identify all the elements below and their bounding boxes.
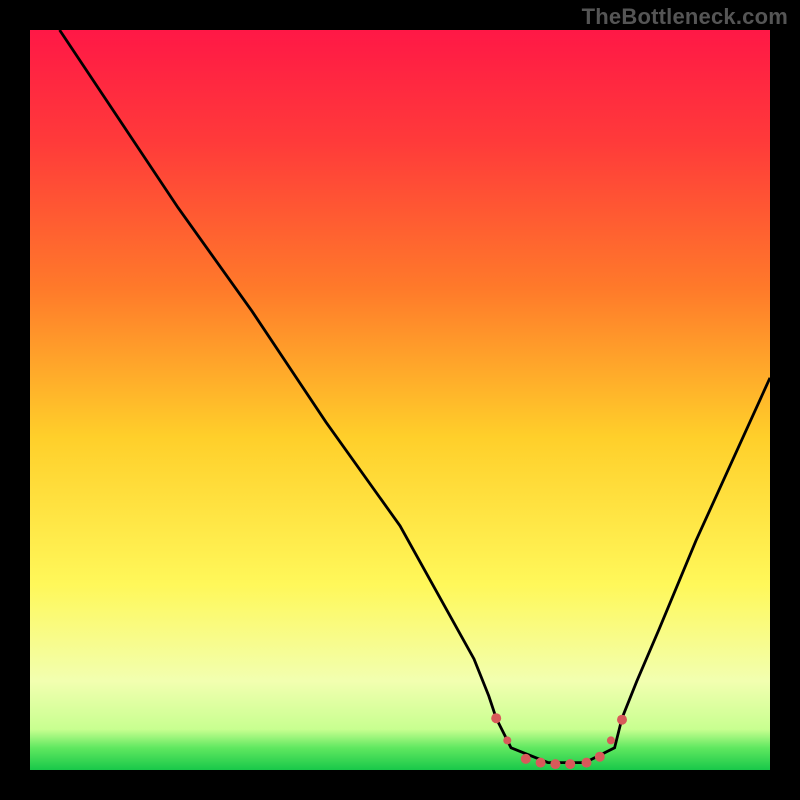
watermark-text: TheBottleneck.com xyxy=(582,4,788,30)
optimal-marker xyxy=(521,754,531,764)
optimal-marker xyxy=(582,758,592,768)
optimal-marker xyxy=(503,736,511,744)
optimal-marker xyxy=(607,736,615,744)
chart-frame: TheBottleneck.com xyxy=(0,0,800,800)
optimal-marker xyxy=(491,713,501,723)
plot-background xyxy=(30,30,770,770)
optimal-marker xyxy=(595,752,605,762)
optimal-marker xyxy=(550,759,560,769)
bottleneck-chart xyxy=(0,0,800,800)
optimal-marker xyxy=(536,758,546,768)
optimal-marker xyxy=(565,759,575,769)
optimal-marker xyxy=(617,715,627,725)
